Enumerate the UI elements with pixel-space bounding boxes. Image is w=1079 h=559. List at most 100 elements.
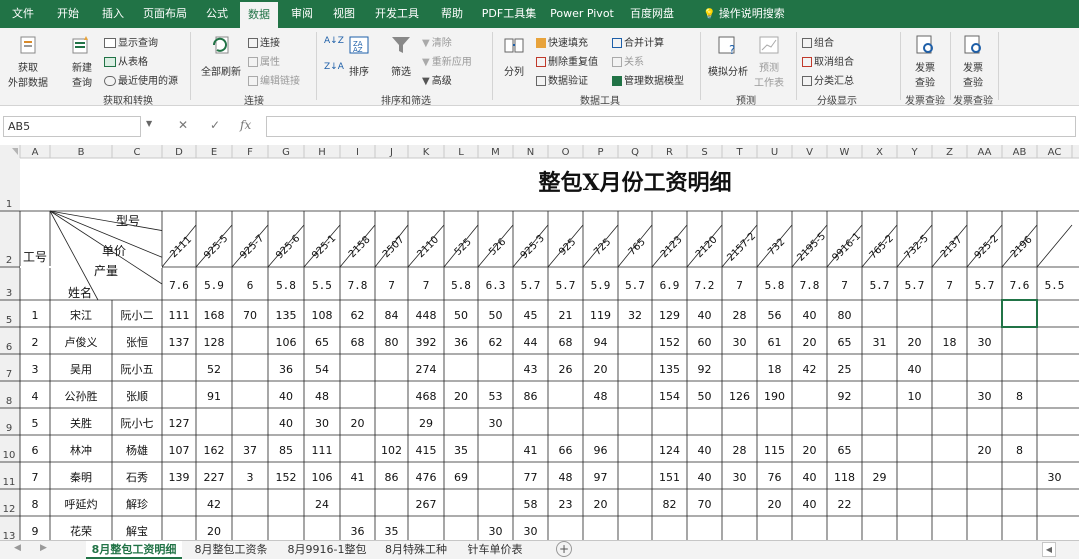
- worker-name-cell[interactable]: 阮小五: [121, 363, 154, 376]
- tab-formulas[interactable]: 公式: [200, 0, 234, 28]
- column-header[interactable]: AB: [1013, 147, 1027, 158]
- employee-id-cell[interactable]: 8: [32, 498, 39, 511]
- worker-name-cell[interactable]: 石秀: [126, 471, 148, 484]
- employee-name-cell[interactable]: 宋江: [70, 308, 92, 322]
- quantity-cell[interactable]: 77: [524, 471, 538, 484]
- employee-name-cell[interactable]: 林冲: [70, 443, 92, 457]
- quantity-cell[interactable]: 86: [385, 471, 399, 484]
- row-header[interactable]: 12: [3, 504, 16, 515]
- worker-name-cell[interactable]: 张恒: [126, 336, 148, 349]
- quantity-cell[interactable]: 20: [978, 444, 992, 457]
- tab-developer[interactable]: 开发工具: [368, 0, 426, 28]
- unit-price-cell[interactable]: 6.3: [486, 279, 506, 292]
- column-header[interactable]: G: [282, 147, 290, 158]
- quantity-cell[interactable]: 48: [559, 471, 573, 484]
- quantity-cell[interactable]: 139: [169, 471, 190, 484]
- clear-button[interactable]: ▼ 清除: [422, 34, 452, 50]
- unit-price-cell[interactable]: 5.9: [204, 279, 224, 292]
- quantity-cell[interactable]: 52: [207, 363, 221, 376]
- recent-sources-button[interactable]: 最近使用的源: [104, 72, 178, 87]
- quantity-cell[interactable]: 115: [764, 444, 785, 457]
- next-sheet-icon[interactable]: ▶: [40, 543, 47, 553]
- quantity-cell[interactable]: 20: [351, 417, 365, 430]
- filter-button[interactable]: 筛选: [388, 34, 414, 78]
- quantity-cell[interactable]: 41: [524, 444, 538, 457]
- quantity-cell[interactable]: 86: [524, 390, 538, 403]
- unit-price-cell[interactable]: 7: [423, 279, 430, 292]
- quantity-cell[interactable]: 106: [312, 471, 333, 484]
- quantity-cell[interactable]: 28: [733, 309, 747, 322]
- properties-button[interactable]: 属性: [248, 53, 280, 68]
- quantity-cell[interactable]: 30: [524, 525, 538, 538]
- unit-price-cell[interactable]: 5.9: [591, 279, 611, 292]
- forecast-sheet-button[interactable]: 预测 工作表: [752, 34, 786, 89]
- quantity-cell[interactable]: 40: [908, 363, 922, 376]
- unit-price-cell[interactable]: 7.8: [800, 279, 820, 292]
- quantity-cell[interactable]: 62: [489, 336, 503, 349]
- confirm-icon[interactable]: ✓: [210, 118, 220, 132]
- quantity-cell[interactable]: 84: [385, 309, 399, 322]
- subtotal-button[interactable]: 分类汇总: [802, 72, 854, 87]
- quantity-cell[interactable]: 56: [768, 309, 782, 322]
- tab-file[interactable]: 文件: [6, 0, 40, 28]
- unit-price-cell[interactable]: 6: [247, 279, 254, 292]
- prev-sheet-icon[interactable]: ◀: [14, 543, 21, 553]
- quantity-cell[interactable]: 22: [838, 498, 852, 511]
- from-table-button[interactable]: 从表格: [104, 53, 148, 68]
- sort-asc-button[interactable]: A↓Z: [324, 36, 344, 46]
- sheet-scroll-icon[interactable]: ◀: [1042, 542, 1056, 557]
- tab-home[interactable]: 开始: [50, 0, 86, 28]
- quantity-cell[interactable]: 40: [803, 471, 817, 484]
- show-query-button[interactable]: 显示查询: [104, 34, 158, 49]
- quantity-cell[interactable]: 119: [590, 309, 611, 322]
- quantity-cell[interactable]: 111: [169, 309, 190, 322]
- quantity-cell[interactable]: 48: [594, 390, 608, 403]
- tab-page-layout[interactable]: 页面布局: [140, 0, 190, 28]
- quantity-cell[interactable]: 44: [524, 336, 538, 349]
- row-header[interactable]: 7: [6, 369, 12, 380]
- name-box[interactable]: AB5: [3, 116, 141, 137]
- quantity-cell[interactable]: 20: [454, 390, 468, 403]
- row-header[interactable]: 13: [3, 531, 16, 540]
- quantity-cell[interactable]: 60: [698, 336, 712, 349]
- quantity-cell[interactable]: 50: [698, 390, 712, 403]
- employee-id-cell[interactable]: 7: [32, 471, 39, 484]
- quantity-cell[interactable]: 69: [454, 471, 468, 484]
- tab-review[interactable]: 审阅: [284, 0, 320, 28]
- quantity-cell[interactable]: 26: [559, 363, 573, 376]
- quantity-cell[interactable]: 48: [315, 390, 329, 403]
- quantity-cell[interactable]: 40: [698, 444, 712, 457]
- tab-pdf-tools[interactable]: PDF工具集: [476, 0, 542, 28]
- quantity-cell[interactable]: 118: [834, 471, 855, 484]
- quantity-cell[interactable]: 20: [594, 498, 608, 511]
- sheet-tab[interactable]: 针车单价表: [458, 541, 532, 559]
- quantity-cell[interactable]: 35: [454, 444, 468, 457]
- row-header[interactable]: 11: [3, 477, 16, 488]
- quantity-cell[interactable]: 21: [559, 309, 573, 322]
- quantity-cell[interactable]: 448: [416, 309, 437, 322]
- quantity-cell[interactable]: 108: [312, 309, 333, 322]
- quantity-cell[interactable]: 30: [1048, 471, 1062, 484]
- new-query-button[interactable]: 新建 查询: [64, 34, 100, 89]
- unit-price-cell[interactable]: 5.7: [905, 279, 925, 292]
- quantity-cell[interactable]: 29: [873, 471, 887, 484]
- row-header[interactable]: 2: [6, 255, 12, 266]
- quantity-cell[interactable]: 30: [733, 471, 747, 484]
- quantity-cell[interactable]: 54: [315, 363, 329, 376]
- tab-help[interactable]: 帮助: [436, 0, 468, 28]
- unit-price-cell[interactable]: 7.8: [348, 279, 368, 292]
- unit-price-cell[interactable]: 7.2: [695, 279, 715, 292]
- column-header[interactable]: X: [876, 147, 883, 158]
- column-header[interactable]: Y: [910, 147, 918, 158]
- quantity-cell[interactable]: 96: [594, 444, 608, 457]
- column-header[interactable]: N: [527, 147, 534, 158]
- quantity-cell[interactable]: 274: [416, 363, 437, 376]
- quantity-cell[interactable]: 31: [873, 336, 887, 349]
- quantity-cell[interactable]: 124: [659, 444, 680, 457]
- unit-price-cell[interactable]: 5.7: [625, 279, 645, 292]
- advanced-button[interactable]: ▼ 高级: [422, 72, 452, 88]
- quantity-cell[interactable]: 30: [978, 390, 992, 403]
- remove-duplicates-button[interactable]: 删除重复值: [536, 53, 598, 68]
- worker-name-cell[interactable]: 解珍: [126, 497, 148, 511]
- data-validation-button[interactable]: 数据验证: [536, 72, 588, 87]
